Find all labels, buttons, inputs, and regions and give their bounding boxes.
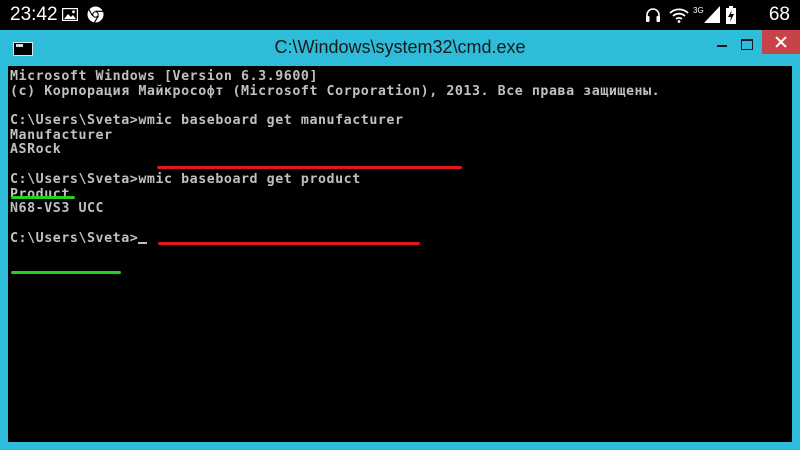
console-output[interactable]: Microsoft Windows [Version 6.3.9600] (c) … <box>8 66 792 442</box>
command-underline-product <box>158 242 420 245</box>
console-line: Microsoft Windows [Version 6.3.9600] <box>10 69 318 84</box>
battery-icon <box>726 6 736 24</box>
minimize-button[interactable] <box>712 30 732 54</box>
window-titlebar[interactable]: C:\Windows\system32\cmd.exe <box>0 30 800 66</box>
window-title: C:\Windows\system32\cmd.exe <box>274 37 526 57</box>
console-line: Product <box>10 186 70 202</box>
console-line: Manufacturer <box>10 127 113 143</box>
result-underline-product <box>11 271 121 274</box>
status-time: 23:42 <box>10 4 58 25</box>
signal-icon <box>704 6 720 23</box>
headset-icon <box>646 8 660 22</box>
chrome-icon <box>87 6 104 23</box>
phone-screen: 23:42 3G 68 C:\Windows\system32\cmd.exe … <box>0 0 800 450</box>
battery-level: 68 <box>768 4 790 25</box>
console-line: N68-VS3 UCC <box>10 201 105 217</box>
prompt-text: C:\Users\Sveta> <box>10 230 139 246</box>
console-line: (c) Корпорация Майкрософт (Microsoft Cor… <box>10 83 661 99</box>
cmd-window[interactable]: C:\Windows\system32\cmd.exe Microsoft Wi… <box>0 30 800 450</box>
maximize-button[interactable] <box>737 30 757 54</box>
status-bar: 23:42 3G 68 <box>0 0 800 30</box>
console-line: C:\Users\Sveta>wmic baseboard get produc… <box>10 171 361 187</box>
gallery-icon <box>62 8 78 21</box>
console-line: C:\Users\Sveta>wmic baseboard get manufa… <box>10 113 404 129</box>
result-underline-manufacturer <box>11 196 75 199</box>
network-type: 3G <box>693 6 704 15</box>
console-line: ASRock <box>10 142 62 158</box>
command-underline-manufacturer <box>157 166 462 169</box>
text-cursor <box>138 241 148 244</box>
window-border-right <box>792 66 800 442</box>
wifi-icon <box>669 8 689 23</box>
console-text: Microsoft Windows [Version 6.3.9600] (c) … <box>10 69 661 246</box>
close-button[interactable] <box>762 30 800 54</box>
